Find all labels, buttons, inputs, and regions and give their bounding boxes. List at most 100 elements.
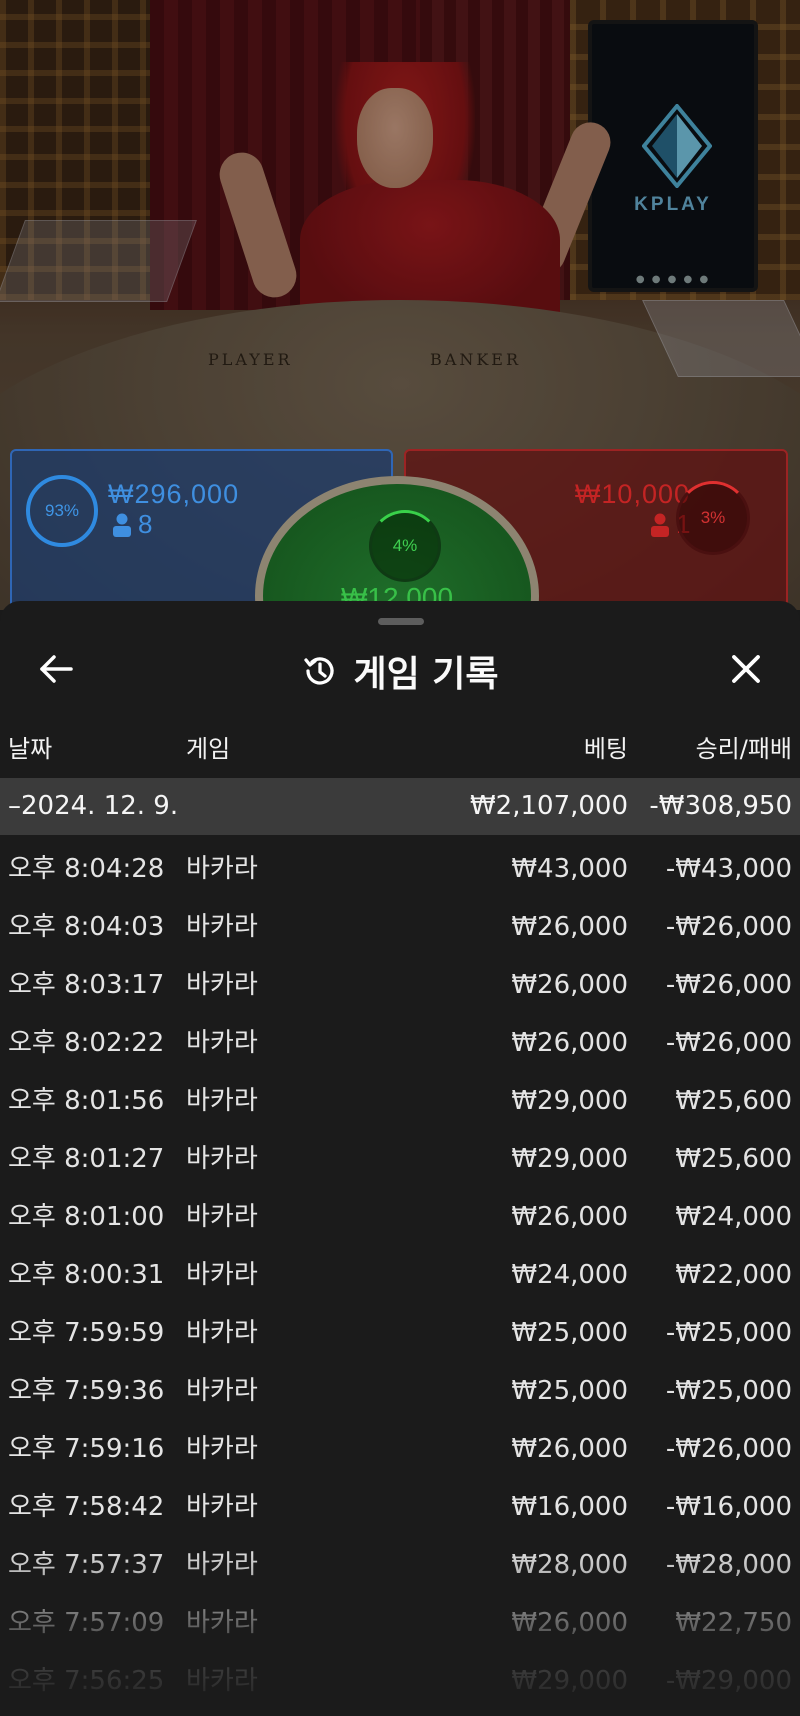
- row-game: 바카라: [186, 1144, 258, 1174]
- row-game: 바카라: [186, 1492, 258, 1522]
- row-bet: ₩26,000: [511, 1202, 628, 1232]
- banker-percent-ring: 3%: [676, 481, 750, 555]
- row-time: 오후 8:01:56: [8, 1086, 165, 1116]
- row-bet: ₩24,000: [511, 1260, 628, 1290]
- close-icon: [732, 655, 760, 683]
- tie-percent-ring: 4%: [369, 510, 441, 582]
- row-bet: ₩16,000: [511, 1492, 628, 1522]
- row-bet: ₩28,000: [511, 1550, 628, 1580]
- column-bet: 베팅: [583, 735, 628, 763]
- history-row[interactable]: 오후 8:01:56 바카라 ₩29,000 ₩25,600: [0, 1072, 800, 1130]
- row-time: 오후 7:59:59: [8, 1318, 165, 1348]
- tie-percent: 4%: [392, 536, 418, 555]
- game-history-panel: 게임 기록 날짜 게임 베팅 승리/패배 –2024. 12. 9. ₩2,10…: [0, 601, 800, 1716]
- row-game: 바카라: [186, 1260, 258, 1290]
- row-game: 바카라: [186, 1318, 258, 1348]
- row-time: 오후 7:59:36: [8, 1376, 165, 1406]
- row-time: 오후 8:01:27: [8, 1144, 165, 1174]
- row-bet: ₩29,000: [511, 1666, 628, 1696]
- panel-header: 게임 기록: [0, 645, 800, 697]
- row-bet: ₩26,000: [511, 1608, 628, 1638]
- player-count: 8: [138, 509, 153, 539]
- row-result: -₩16,000: [665, 1492, 792, 1522]
- row-time: 오후 8:02:22: [8, 1028, 165, 1058]
- player-percent: 93%: [44, 501, 80, 520]
- row-game: 바카라: [186, 970, 258, 1000]
- panel-title: 게임 기록: [353, 654, 499, 695]
- row-game: 바카라: [186, 912, 258, 942]
- row-game: 바카라: [186, 1550, 258, 1580]
- column-date: 날짜: [8, 735, 53, 763]
- row-result: -₩25,000: [665, 1318, 792, 1348]
- player-user-icon: [113, 513, 131, 537]
- row-result: -₩43,000: [665, 854, 792, 884]
- history-row[interactable]: 오후 8:01:27 바카라 ₩29,000 ₩25,600: [0, 1130, 800, 1188]
- history-icon: [304, 657, 335, 685]
- row-time: 오후 7:58:42: [8, 1492, 165, 1522]
- player-bet-amount: ₩296,000: [108, 479, 240, 509]
- close-button[interactable]: [718, 641, 774, 697]
- row-bet: ₩26,000: [511, 1434, 628, 1464]
- row-game: 바카라: [186, 1608, 258, 1638]
- row-bet: ₩26,000: [511, 1028, 628, 1058]
- row-result: -₩29,000: [665, 1666, 792, 1696]
- banker-percent: 3%: [700, 508, 726, 527]
- history-row[interactable]: 오후 7:59:16 바카라 ₩26,000 -₩26,000: [0, 1420, 800, 1478]
- row-result: -₩25,000: [665, 1376, 792, 1406]
- banker-bet-amount: ₩10,000: [574, 479, 690, 509]
- row-result: -₩26,000: [665, 1028, 792, 1058]
- row-bet: ₩29,000: [511, 1144, 628, 1174]
- drag-handle[interactable]: [378, 618, 424, 625]
- row-result: ₩24,000: [675, 1202, 792, 1232]
- row-game: 바카라: [186, 854, 258, 884]
- row-bet: ₩29,000: [511, 1086, 628, 1116]
- history-row[interactable]: 오후 7:59:36 바카라 ₩25,000 -₩25,000: [0, 1362, 800, 1420]
- row-game: 바카라: [186, 1376, 258, 1406]
- row-game: 바카라: [186, 1028, 258, 1058]
- history-row[interactable]: 오후 8:01:00 바카라 ₩26,000 ₩24,000: [0, 1188, 800, 1246]
- history-row[interactable]: 오후 7:57:09 바카라 ₩26,000 ₩22,750: [0, 1594, 800, 1652]
- history-row[interactable]: 오후 8:03:17 바카라 ₩26,000 -₩26,000: [0, 956, 800, 1014]
- row-game: 바카라: [186, 1434, 258, 1464]
- row-result: -₩26,000: [665, 1434, 792, 1464]
- row-game: 바카라: [186, 1666, 258, 1696]
- row-time: 오후 8:01:00: [8, 1202, 165, 1232]
- date-group-label: –2024. 12. 9.: [8, 791, 179, 821]
- history-row[interactable]: 오후 8:04:03 바카라 ₩26,000 -₩26,000: [0, 898, 800, 956]
- row-bet: ₩43,000: [511, 854, 628, 884]
- row-bet: ₩25,000: [511, 1376, 628, 1406]
- column-headers: 날짜 게임 베팅 승리/패배: [0, 729, 800, 775]
- row-time: 오후 7:59:16: [8, 1434, 165, 1464]
- row-time: 오후 7:57:37: [8, 1550, 165, 1580]
- history-row[interactable]: 오후 8:02:22 바카라 ₩26,000 -₩26,000: [0, 1014, 800, 1072]
- player-percent-ring: 93%: [26, 475, 98, 547]
- row-time: 오후 8:04:28: [8, 854, 165, 884]
- row-result: -₩26,000: [665, 970, 792, 1000]
- row-time: 오후 8:00:31: [8, 1260, 165, 1290]
- row-result: ₩22,000: [675, 1260, 792, 1290]
- date-group-header[interactable]: –2024. 12. 9. ₩2,107,000 -₩308,950: [0, 778, 800, 835]
- date-group-total-bet: ₩2,107,000: [469, 791, 628, 821]
- column-result: 승리/패배: [695, 735, 792, 763]
- row-result: ₩25,600: [675, 1144, 792, 1174]
- row-bet: ₩25,000: [511, 1318, 628, 1348]
- row-time: 오후 8:04:03: [8, 912, 165, 942]
- history-list: 오후 8:04:28 바카라 ₩43,000 -₩43,000 오후 8:04:03 바카…: [0, 840, 800, 1710]
- history-row[interactable]: 오후 8:04:28 바카라 ₩43,000 -₩43,000: [0, 840, 800, 898]
- row-game: 바카라: [186, 1202, 258, 1232]
- row-result: -₩28,000: [665, 1550, 792, 1580]
- history-row[interactable]: 오후 7:59:59 바카라 ₩25,000 -₩25,000: [0, 1304, 800, 1362]
- history-row[interactable]: 오후 8:00:31 바카라 ₩24,000 ₩22,000: [0, 1246, 800, 1304]
- row-result: ₩22,750: [675, 1608, 792, 1638]
- history-row[interactable]: 오후 7:58:42 바카라 ₩16,000 -₩16,000: [0, 1478, 800, 1536]
- row-result: ₩25,600: [675, 1086, 792, 1116]
- row-game: 바카라: [186, 1086, 258, 1116]
- row-bet: ₩26,000: [511, 912, 628, 942]
- row-time: 오후 7:56:25: [8, 1666, 165, 1696]
- date-group-total-result: -₩308,950: [649, 791, 792, 821]
- row-bet: ₩26,000: [511, 970, 628, 1000]
- history-row[interactable]: 오후 7:56:25 바카라 ₩29,000 -₩29,000: [0, 1652, 800, 1710]
- row-time: 오후 7:57:09: [8, 1608, 165, 1638]
- history-row[interactable]: 오후 7:57:37 바카라 ₩28,000 -₩28,000: [0, 1536, 800, 1594]
- row-result: -₩26,000: [665, 912, 792, 942]
